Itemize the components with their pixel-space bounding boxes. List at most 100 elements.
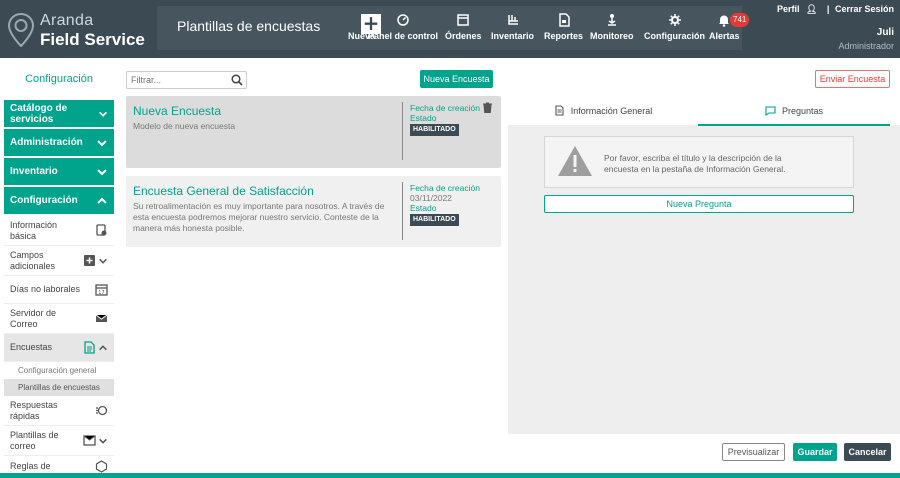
sidebar-header: Configuración (25, 73, 93, 85)
profile-link[interactable]: Perfil (777, 4, 800, 14)
chevron-up-icon (97, 197, 107, 204)
nav-panel-de-control[interactable]: Panel de control (368, 8, 438, 48)
survey-card[interactable]: Nueva Encuesta Modelo de nueva encuesta … (126, 96, 501, 168)
sidebar-item-respuestas-rapidas[interactable]: Respuestas rápidas (4, 396, 114, 426)
user-icon: 👤︎ (805, 4, 818, 14)
nav-label: Monitoreo (590, 31, 634, 41)
warning-icon (558, 146, 592, 176)
nav-configuracion[interactable]: Configuración (644, 8, 705, 48)
tab-informacion-general[interactable]: Información General (508, 96, 698, 125)
nav-label: Inventario (491, 31, 535, 41)
nav-label: Panel de control (368, 31, 439, 41)
preview-button[interactable]: Previsualizar (722, 443, 785, 461)
user-role: Administrador (838, 41, 894, 51)
item-label: Encuestas (10, 342, 53, 352)
sidebar-item-informacion-basica[interactable]: Información básica (4, 216, 114, 246)
item-label: Servidor de Correo (10, 307, 57, 329)
state-label: Estado (410, 113, 437, 123)
survey-meta: Fecha de creación Estado HABILITADO (410, 103, 480, 136)
status-badge: HABILITADO (410, 214, 459, 226)
sidebar-item-servidor-de-correo[interactable]: Servidor de Correo (4, 304, 114, 334)
sidebar-item-encuestas[interactable]: Encuestas (4, 334, 114, 362)
sidebar-item-campos-adicionales[interactable]: Campos adicionales (4, 246, 114, 276)
active-tab-indicator (698, 124, 890, 126)
card-divider (402, 102, 403, 160)
svg-text:17: 17 (98, 290, 104, 296)
sidebar: Configuración Catálogo de servicios Admi… (4, 58, 114, 478)
section-label: Catálogo de servicios (10, 102, 68, 125)
gear-icon (668, 14, 681, 26)
nav-label: Órdenes (445, 31, 482, 41)
sidebar-item-dias-no-laborales[interactable]: Días no laborales 17 (4, 276, 114, 304)
tab-label: Preguntas (781, 105, 824, 116)
survey-doc-icon (84, 341, 95, 354)
chevron-down-icon (99, 258, 107, 264)
nav-label: Configuración (644, 31, 705, 41)
status-badge: HABILITADO (410, 124, 459, 136)
section-label: Configuración (10, 195, 78, 206)
cancel-button[interactable]: Cancelar (844, 443, 891, 461)
new-survey-button[interactable]: Nueva Encuesta (420, 70, 493, 88)
save-button[interactable]: Guardar (793, 443, 837, 461)
survey-card[interactable]: Encuesta General de Satisfacción Su retr… (126, 176, 501, 247)
inventory-icon (507, 15, 518, 25)
bottom-bar (0, 473, 900, 478)
brand-line1: Aranda (40, 11, 94, 29)
detail-panel: Información General Preguntas Por favor,… (508, 96, 900, 434)
item-label: Plantillas de correo (10, 429, 59, 451)
nav-label: Reportes (544, 31, 584, 41)
warning-text: Por favor, escriba el título y la descri… (604, 153, 786, 174)
orders-icon (457, 14, 469, 26)
top-bar: Aranda Field Service Plantillas de encue… (0, 0, 900, 58)
logout-link[interactable]: Cerrar Sesión (835, 4, 894, 14)
brand-line2: Field Service (40, 29, 145, 49)
divider: | (826, 4, 830, 14)
chevron-up-icon (99, 344, 107, 350)
mail-icon (95, 314, 108, 322)
sidebar-section-administracion[interactable]: Administración (4, 129, 114, 156)
new-question-button[interactable]: Nueva Pregunta (544, 195, 854, 213)
app-logo[interactable]: Aranda Field Service (7, 8, 145, 52)
nav-monitoreo[interactable]: Monitoreo (590, 8, 634, 48)
sidebar-subitem-configuracion-general[interactable]: Configuración general (4, 362, 114, 379)
sidebar-item-plantillas-de-correo[interactable]: Plantillas de correo (4, 426, 114, 456)
sidebar-section-inventario[interactable]: Inventario (4, 158, 114, 185)
mail-template-icon (83, 435, 96, 446)
nav-ordenes[interactable]: Órdenes (445, 8, 482, 48)
survey-description: Su retroalimentación es muy importante p… (133, 201, 385, 233)
dashboard-icon (397, 14, 409, 26)
panel-tabs: Información General Preguntas (508, 96, 900, 126)
nav-inventario[interactable]: Inventario (491, 8, 534, 48)
nav-label: Alertas (709, 31, 740, 41)
nav-reportes[interactable]: Reportes (544, 8, 583, 48)
page-title: Plantillas de encuestas (177, 18, 321, 34)
survey-meta: Fecha de creación 03/11/2022 Estado HABI… (410, 183, 480, 226)
card-divider (402, 182, 403, 240)
location-pin-icon (7, 12, 35, 48)
sidebar-section-catalogo[interactable]: Catálogo de servicios (4, 100, 114, 127)
quick-reply-icon (96, 405, 108, 416)
chevron-down-icon (97, 139, 107, 146)
warning-box: Por favor, escriba el título y la descri… (544, 136, 854, 188)
trash-icon[interactable] (482, 102, 493, 113)
created-date: 03/11/2022 (410, 193, 452, 203)
item-label: Información básica (10, 219, 58, 241)
chevron-down-icon (97, 168, 107, 175)
doc-check-icon (96, 224, 107, 236)
survey-description: Modelo de nueva encuesta (133, 121, 236, 131)
tab-label: Información General (570, 105, 653, 116)
tab-preguntas[interactable]: Preguntas (698, 96, 890, 125)
sidebar-section-configuracion[interactable]: Configuración (4, 187, 114, 214)
chevron-down-icon (98, 111, 107, 117)
survey-title: Nueva Encuesta (133, 104, 222, 118)
item-label: Días no laborales (10, 284, 81, 294)
calendar-icon: 17 (95, 284, 108, 296)
user-area: Perfil 👤︎ | Cerrar Sesión Juli Administr… (777, 4, 894, 51)
question-icon (765, 106, 776, 116)
search-icon[interactable] (231, 74, 243, 86)
send-survey-button[interactable]: Enviar Encuesta (815, 70, 890, 88)
item-label: Campos adicionales (10, 249, 56, 271)
filter-input[interactable] (126, 71, 247, 89)
sidebar-subitem-plantillas-de-encuestas[interactable]: Plantillas de encuestas (4, 379, 114, 396)
state-label: Estado (410, 203, 437, 213)
